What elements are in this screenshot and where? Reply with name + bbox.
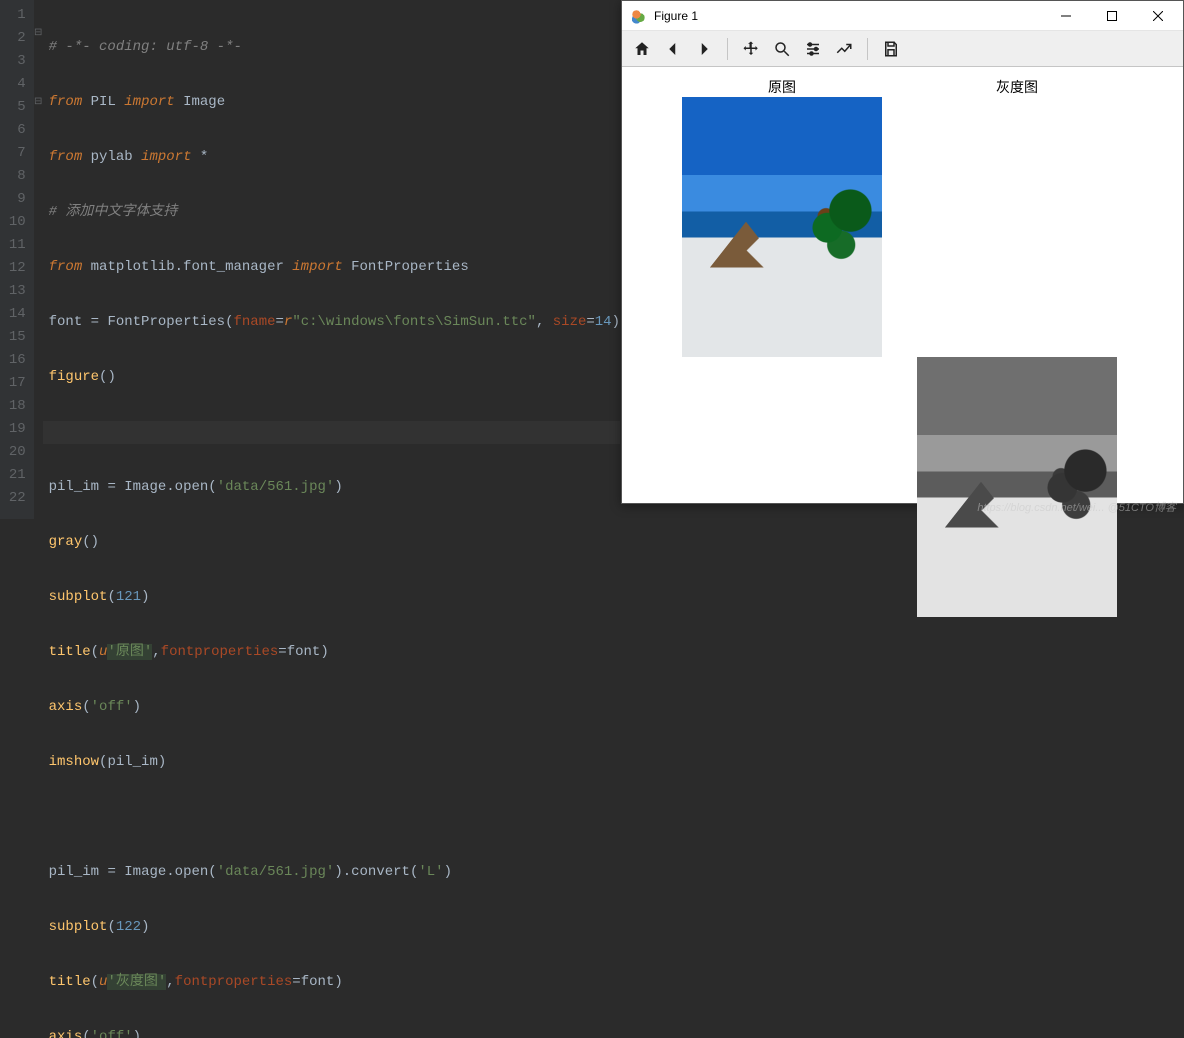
kw-from: from — [49, 259, 83, 275]
figure-window[interactable]: Figure 1 原图 灰度图 — [621, 0, 1184, 504]
var: font — [49, 314, 83, 330]
str: 'data/561.jpg' — [217, 479, 335, 495]
var: pil_im — [49, 479, 99, 495]
var: font — [301, 974, 335, 990]
edit-icon[interactable] — [830, 35, 858, 63]
var: font — [287, 644, 321, 660]
comma: , — [536, 314, 544, 330]
code-area[interactable]: # -*- coding: utf-8 -*- from PIL import … — [43, 0, 620, 519]
num: 122 — [116, 919, 141, 935]
num: 121 — [116, 589, 141, 605]
toolbar-separator — [727, 38, 728, 60]
window-title: Figure 1 — [654, 9, 1043, 23]
call: gray — [49, 534, 83, 550]
kwarg: fname — [233, 314, 275, 330]
subplot-2-image — [917, 357, 1117, 617]
kw-import: import — [292, 259, 342, 275]
fold-column: ⊟⊟ — [34, 0, 43, 519]
subplot-1-image — [682, 97, 882, 357]
mod: pylab — [91, 149, 133, 165]
call: subplot — [49, 919, 108, 935]
kw-import: import — [124, 94, 174, 110]
call: axis — [49, 699, 83, 715]
op: = — [292, 974, 300, 990]
minimize-button[interactable] — [1043, 1, 1089, 31]
close-button[interactable] — [1135, 1, 1181, 31]
subplot-2-title: 灰度图 — [917, 77, 1117, 97]
star: * — [200, 149, 208, 165]
line-number-gutter: 12345678910111213141516171819202122 — [0, 0, 34, 519]
op: = — [91, 314, 99, 330]
maximize-button[interactable] — [1089, 1, 1135, 31]
op: = — [107, 864, 115, 880]
configure-icon[interactable] — [799, 35, 827, 63]
kwarg: fontproperties — [161, 644, 279, 660]
toolbar-separator — [867, 38, 868, 60]
app-icon — [630, 8, 646, 24]
op: = — [107, 479, 115, 495]
subplot-1-title: 原图 — [682, 77, 882, 97]
home-icon[interactable] — [628, 35, 656, 63]
save-icon[interactable] — [877, 35, 905, 63]
call: subplot — [49, 589, 108, 605]
op: = — [276, 314, 284, 330]
call: Image.open — [124, 479, 208, 495]
call: title — [49, 644, 91, 660]
figure-canvas[interactable]: 原图 灰度图 — [622, 67, 1183, 503]
name: FontProperties — [351, 259, 469, 275]
call: title — [49, 974, 91, 990]
mod: matplotlib.font_manager — [91, 259, 284, 275]
figure-toolbar — [622, 31, 1183, 67]
mod: PIL — [91, 94, 116, 110]
comma: , — [152, 644, 160, 660]
current-line — [43, 421, 620, 444]
window-titlebar[interactable]: Figure 1 — [622, 1, 1183, 31]
code-editor[interactable]: 12345678910111213141516171819202122 ⊟⊟ #… — [0, 0, 620, 519]
call: imshow — [49, 754, 99, 770]
str: 'L' — [418, 864, 443, 880]
code-comment: # -*- coding: utf-8 -*- — [49, 39, 242, 55]
kwarg: size — [553, 314, 587, 330]
str: '灰度图' — [107, 974, 166, 990]
kw-from: from — [49, 149, 83, 165]
kw-import: import — [141, 149, 191, 165]
kw-from: from — [49, 94, 83, 110]
method: .convert — [343, 864, 410, 880]
op: = — [278, 644, 286, 660]
call: figure — [49, 369, 99, 385]
str: 'off' — [91, 1029, 133, 1038]
var: pil_im — [107, 754, 157, 770]
call: FontProperties — [107, 314, 225, 330]
zoom-icon[interactable] — [768, 35, 796, 63]
call: Image.open — [124, 864, 208, 880]
code-comment: # 添加中文字体支持 — [49, 204, 178, 220]
watermark: https://blog.csdn.net/wei... @51CTO博客 — [977, 499, 1176, 515]
kwarg: fontproperties — [175, 974, 293, 990]
str: 'off' — [91, 699, 133, 715]
var: pil_im — [49, 864, 99, 880]
str: '原图' — [107, 644, 152, 660]
name: Image — [183, 94, 225, 110]
num: 14 — [595, 314, 612, 330]
comma: , — [166, 974, 174, 990]
str: 'data/561.jpg' — [217, 864, 335, 880]
str: "c:\windows\fonts\SimSun.ttc" — [292, 314, 536, 330]
back-icon[interactable] — [659, 35, 687, 63]
forward-icon[interactable] — [690, 35, 718, 63]
op: = — [586, 314, 594, 330]
call: axis — [49, 1029, 83, 1038]
pan-icon[interactable] — [737, 35, 765, 63]
